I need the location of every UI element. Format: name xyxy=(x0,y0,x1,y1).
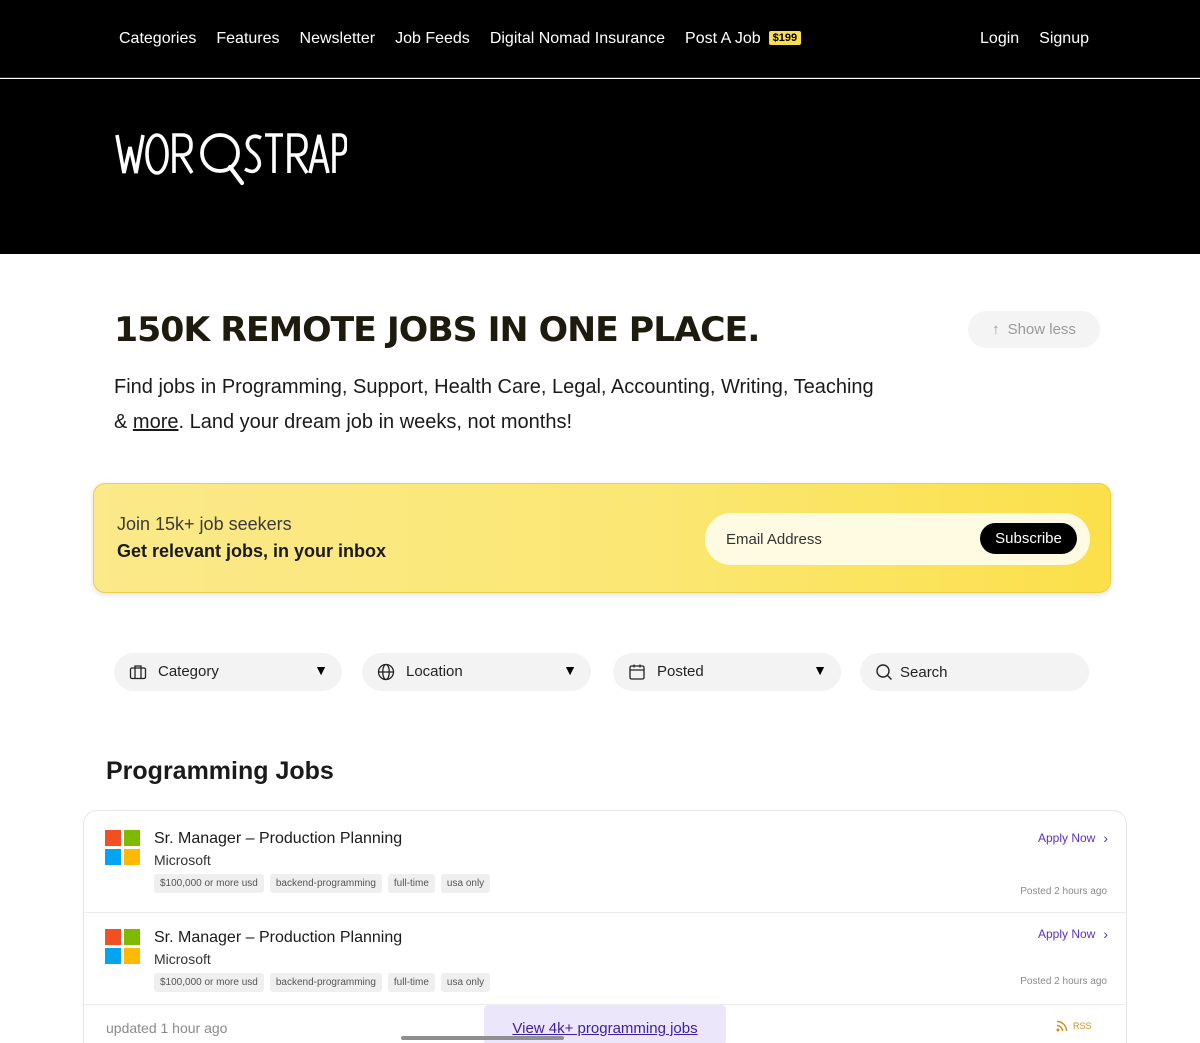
search-icon xyxy=(876,664,892,680)
calendar-icon xyxy=(629,664,645,680)
apply-now-link[interactable]: Apply Now › xyxy=(1038,926,1108,942)
show-less-label: Show less xyxy=(1007,321,1076,338)
globe-icon xyxy=(377,663,395,681)
updated-time: updated 1 hour ago xyxy=(106,1020,228,1036)
posted-filter[interactable]: Posted ▼ xyxy=(613,653,841,691)
posted-filter-label: Posted xyxy=(657,663,704,680)
price-badge: $199 xyxy=(768,31,802,45)
tag-location[interactable]: usa only xyxy=(440,874,491,893)
auth-links: Login Signup xyxy=(980,30,1089,48)
location-filter-label: Location xyxy=(406,663,463,680)
newsletter-signup: Join 15k+ job seekers Get relevant jobs,… xyxy=(93,483,1111,593)
subtext-end: . Land your dream job in weeks, not mont… xyxy=(178,411,573,433)
page-headline: 150K REMOTE JOBS IN ONE PLACE. xyxy=(114,310,760,350)
show-less-button[interactable]: ↑ Show less xyxy=(968,311,1100,348)
newsletter-tagline: Join 15k+ job seekers xyxy=(117,514,292,534)
posted-time: Posted 2 hours ago xyxy=(1020,976,1107,987)
tag-job-type[interactable]: full-time xyxy=(387,874,435,893)
scroll-handle[interactable] xyxy=(401,1036,564,1040)
logo-wordmark-icon xyxy=(115,133,347,186)
subscribe-button[interactable]: Subscribe xyxy=(980,523,1077,554)
top-navigation: Categories Features Newsletter Job Feeds… xyxy=(0,0,1200,78)
hero-subtext: Find jobs in Programming, Support, Healt… xyxy=(114,370,874,440)
nav-link-categories[interactable]: Categories xyxy=(119,30,196,48)
briefcase-icon xyxy=(129,665,147,680)
tag-category[interactable]: backend-programming xyxy=(269,973,382,992)
rss-label: RSS xyxy=(1073,1021,1092,1031)
rss-icon xyxy=(1056,1020,1068,1032)
signup-link[interactable]: Signup xyxy=(1039,30,1089,48)
section-title: Programming Jobs xyxy=(106,757,334,785)
post-a-job-label: Post A Job xyxy=(685,30,761,47)
caret-down-icon: ▼ xyxy=(563,662,577,678)
nav-links: Categories Features Newsletter Job Feeds… xyxy=(119,30,802,48)
location-filter[interactable]: Location ▼ xyxy=(362,653,591,691)
job-title[interactable]: Sr. Manager – Production Planning xyxy=(154,929,402,947)
nav-link-newsletter[interactable]: Newsletter xyxy=(300,30,376,48)
newsletter-form: Subscribe xyxy=(705,513,1090,565)
job-company: Microsoft xyxy=(154,951,211,967)
chevron-right-icon: › xyxy=(1103,926,1108,942)
nav-link-post-a-job[interactable]: Post A Job $199 xyxy=(685,30,802,48)
job-row[interactable]: Sr. Manager – Production Planning Micros… xyxy=(84,811,1126,913)
tag-salary[interactable]: $100,000 or more usd xyxy=(154,973,264,992)
job-title[interactable]: Sr. Manager – Production Planning xyxy=(154,830,402,848)
chevron-right-icon: › xyxy=(1103,830,1108,846)
category-filter[interactable]: Category ▼ xyxy=(114,653,342,691)
jobs-list: Sr. Manager – Production Planning Micros… xyxy=(83,810,1127,1043)
login-link[interactable]: Login xyxy=(980,30,1019,48)
job-tags: $100,000 or more usd backend-programming… xyxy=(154,973,491,992)
site-logo[interactable] xyxy=(115,130,347,190)
tag-location[interactable]: usa only xyxy=(440,973,491,992)
job-tags: $100,000 or more usd backend-programming… xyxy=(154,874,491,893)
microsoft-logo-icon xyxy=(105,830,140,865)
tag-salary[interactable]: $100,000 or more usd xyxy=(154,874,264,893)
email-field[interactable] xyxy=(726,527,966,551)
nav-link-job-feeds[interactable]: Job Feeds xyxy=(395,30,470,48)
apply-now-label: Apply Now xyxy=(1037,927,1096,941)
search-input[interactable] xyxy=(900,662,1080,682)
arrow-up-icon: ↑ xyxy=(992,321,1000,338)
rss-link[interactable]: RSS xyxy=(1056,1020,1092,1032)
microsoft-logo-icon xyxy=(105,929,140,964)
more-link[interactable]: more xyxy=(133,411,179,433)
search-box[interactable] xyxy=(860,653,1089,691)
tag-category[interactable]: backend-programming xyxy=(269,874,382,893)
apply-now-label: Apply Now xyxy=(1037,831,1096,845)
nav-link-features[interactable]: Features xyxy=(216,30,279,48)
nav-link-digital-nomad-insurance[interactable]: Digital Nomad Insurance xyxy=(490,30,665,48)
category-filter-label: Category xyxy=(158,663,219,680)
tag-job-type[interactable]: full-time xyxy=(387,973,435,992)
job-company: Microsoft xyxy=(154,852,211,868)
caret-down-icon: ▼ xyxy=(813,662,827,678)
caret-down-icon: ▼ xyxy=(314,662,328,678)
job-row[interactable]: Sr. Manager – Production Planning Micros… xyxy=(84,913,1126,1005)
apply-now-link[interactable]: Apply Now › xyxy=(1038,830,1108,846)
posted-time: Posted 2 hours ago xyxy=(1020,886,1107,897)
newsletter-heading: Get relevant jobs, in your inbox xyxy=(117,541,387,561)
jobs-footer: updated 1 hour ago View 4k+ programming … xyxy=(84,1005,1126,1043)
